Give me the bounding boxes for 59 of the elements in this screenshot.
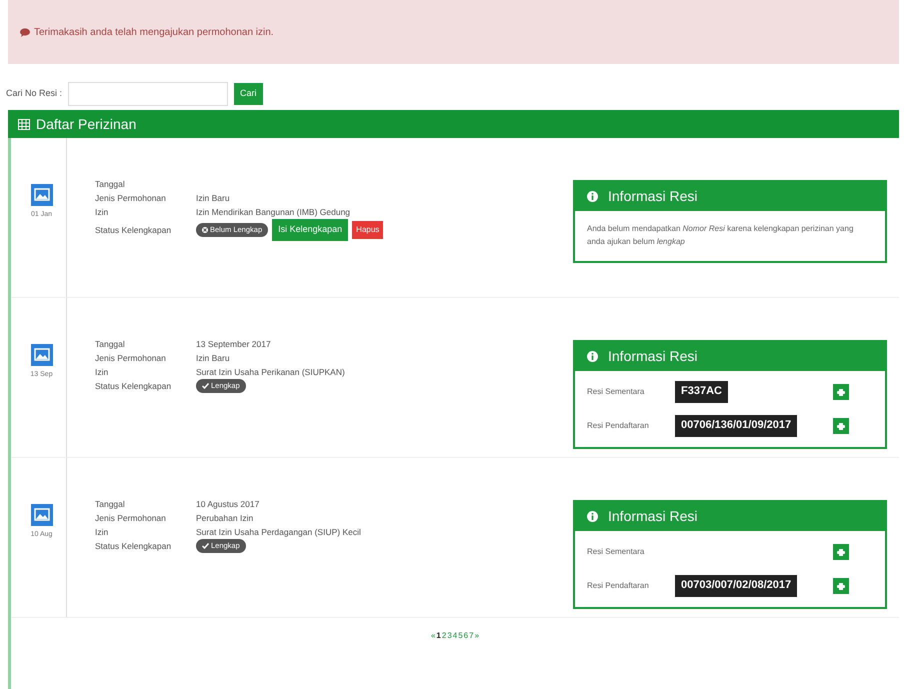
field-value: Izin Baru — [196, 352, 231, 364]
field-label: Jenis Permohonan — [95, 192, 167, 204]
delete-button[interactable]: Hapus — [352, 221, 384, 239]
info-icon — [587, 511, 598, 522]
pagination-link[interactable]: » — [474, 630, 480, 642]
field-value: 10 Agustus 2017 — [196, 498, 260, 511]
panel-title: Daftar Perizinan — [36, 114, 136, 134]
pagination-link[interactable]: 6 — [464, 630, 468, 642]
field-label: Izin — [95, 206, 110, 218]
field-label: Izin — [95, 366, 110, 378]
image-icon — [30, 344, 52, 366]
image-icon — [30, 504, 52, 526]
fill-button[interactable]: Isi Kelengkapan — [272, 219, 348, 241]
field-label: Jenis Permohonan — [95, 352, 167, 364]
print-button[interactable] — [833, 544, 849, 560]
field-label: Status Kelengkapan — [95, 540, 172, 552]
receipt-number: F337AC — [675, 381, 728, 403]
field-label: Tanggal — [95, 338, 126, 351]
receipt-label: Resi Sementara — [587, 546, 646, 558]
pagination-link[interactable]: 4 — [452, 630, 458, 642]
comment-icon — [20, 28, 30, 36]
info-message: Anda belum mendapatkan Nomor Resi karena kelengkapan perizinan yang anda ajukan belum lengkap — [587, 223, 854, 248]
field-value: Izin Baru — [196, 192, 231, 204]
field-value: Izin Mendirikan Bangunan (IMB) Gedung — [196, 206, 352, 218]
info-icon — [587, 191, 598, 202]
info-title: Informasi Resi — [608, 187, 698, 206]
print-button[interactable] — [833, 578, 849, 594]
pagination-link[interactable]: « — [430, 630, 436, 642]
field-value: Surat Izin Usaha Perikanan (SIUPKAN) — [196, 366, 346, 378]
print-button[interactable] — [833, 418, 849, 434]
field-value: Perubahan Izin — [196, 512, 254, 524]
print-button[interactable] — [833, 384, 849, 400]
info-icon — [587, 351, 598, 362]
field-label: Tanggal — [95, 178, 126, 191]
search-field[interactable] — [68, 82, 228, 106]
receipt-label: Resi Sementara — [587, 386, 646, 398]
field-label: Jenis Permohonan — [95, 512, 167, 524]
receipt-label: Resi Pendaftaran — [587, 580, 650, 592]
receipt-number: 00703/007/02/08/2017 — [675, 575, 798, 597]
field-label: Izin — [95, 526, 110, 538]
search-label: Cari No Resi : — [6, 87, 62, 100]
field-label: Status Kelengkapan — [95, 380, 172, 392]
pagination-link[interactable]: 2 — [442, 630, 446, 642]
alert-message: Terimakasih anda telah mengajukan permohonan izin. — [34, 26, 274, 40]
field-value: 13 September 2017 — [196, 338, 272, 351]
image-icon — [30, 184, 52, 206]
table-icon — [18, 118, 30, 130]
field-label: Status Kelengkapan — [95, 224, 172, 236]
pagination-link[interactable]: 5 — [458, 630, 463, 642]
info-title: Informasi Resi — [608, 347, 698, 366]
field-label: Tanggal — [95, 498, 126, 511]
receipt-number: 00706/136/01/09/2017 — [675, 415, 798, 437]
pagination-link[interactable]: 3 — [447, 630, 452, 642]
info-title: Informasi Resi — [608, 507, 698, 526]
search-button[interactable]: Cari — [234, 83, 263, 105]
field-value: Surat Izin Usaha Perdagangan (SIUP) Kecil — [196, 526, 362, 538]
pagination-link[interactable]: 1 — [436, 630, 441, 642]
receipt-label: Resi Pendaftaran — [587, 420, 650, 432]
pagination-link[interactable]: 7 — [469, 630, 474, 642]
